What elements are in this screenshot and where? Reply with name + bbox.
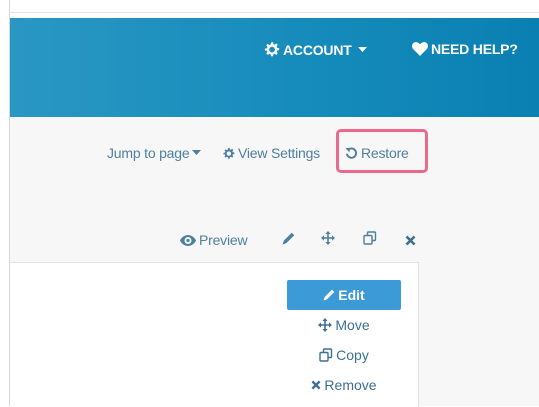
menu-item-edit[interactable]: Edit xyxy=(287,280,401,310)
copy-icon xyxy=(363,231,377,250)
preview-button[interactable]: Preview xyxy=(180,232,248,248)
heart-icon xyxy=(412,42,428,56)
close-icon xyxy=(405,233,416,251)
menu-item-label: Copy xyxy=(336,347,369,363)
move-icon xyxy=(321,231,335,250)
pencil-icon xyxy=(282,232,295,250)
page-toolbar xyxy=(10,117,539,212)
caret-down-icon xyxy=(357,46,367,53)
copy-question-button[interactable] xyxy=(363,231,377,250)
close-icon xyxy=(311,380,324,390)
menu-item-label: Edit xyxy=(338,287,365,303)
pencil-icon xyxy=(323,289,338,301)
edit-question-button[interactable] xyxy=(282,232,295,250)
restore-icon xyxy=(345,147,358,160)
app-header xyxy=(10,18,539,117)
move-icon xyxy=(318,318,335,332)
move-question-button[interactable] xyxy=(321,231,335,250)
need-help-link[interactable]: NEED HELP? xyxy=(412,41,518,57)
eye-icon xyxy=(180,234,196,246)
account-label: ACCOUNT xyxy=(283,41,352,58)
account-menu[interactable]: ACCOUNT xyxy=(263,41,367,58)
need-help-label: NEED HELP? xyxy=(431,41,518,57)
copy-icon xyxy=(319,348,336,362)
gear-icon xyxy=(222,147,235,160)
restore-button[interactable]: Restore xyxy=(345,145,409,161)
menu-item-remove[interactable]: Remove xyxy=(287,370,401,400)
menu-item-move[interactable]: Move xyxy=(287,310,401,340)
preview-label: Preview xyxy=(199,232,248,248)
jump-to-page-dropdown[interactable]: Jump to page xyxy=(107,145,202,161)
restore-label: Restore xyxy=(361,145,409,161)
menu-item-label: Move xyxy=(335,317,370,333)
caret-down-icon xyxy=(192,150,202,156)
menu-item-label: Remove xyxy=(324,377,377,393)
menu-item-copy[interactable]: Copy xyxy=(287,340,401,370)
remove-question-button[interactable] xyxy=(405,233,416,251)
view-settings-label: View Settings xyxy=(238,145,320,161)
jump-to-page-label: Jump to page xyxy=(107,145,190,161)
gear-icon xyxy=(263,41,280,58)
view-settings-button[interactable]: View Settings xyxy=(222,145,320,161)
window-frame-top xyxy=(9,12,539,13)
